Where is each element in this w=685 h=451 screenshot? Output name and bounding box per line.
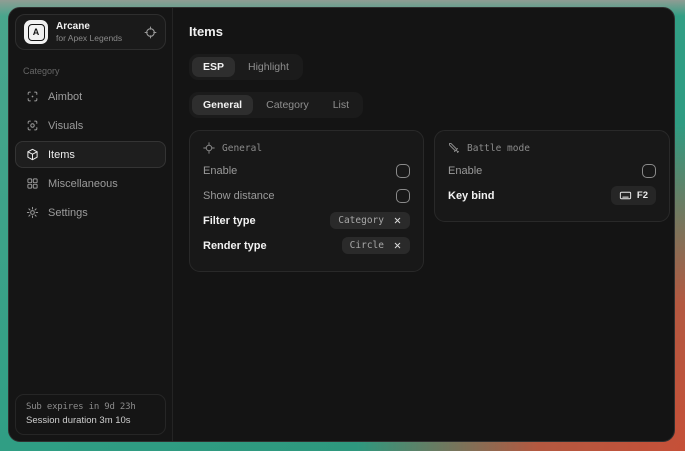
battle-mode-panel-header: Battle mode [448,142,656,154]
sidebar-item-label: Miscellaneous [48,178,118,190]
sidebar-item-label: Aimbot [48,91,82,103]
clear-icon[interactable] [393,216,402,225]
general-panel-header: General [203,142,410,154]
sword-icon [448,142,460,154]
desktop-background: { "colors": { "background_teal": "#2f9e8… [0,0,685,451]
setting-row-show-distance: Show distance [203,183,410,208]
sidebar-item-miscellaneous[interactable]: Miscellaneous [15,170,166,197]
subscription-info-card: Sub expires in 9d 23h Session duration 3… [15,394,166,435]
show-distance-checkbox[interactable] [396,189,410,203]
app-logo-letter: A [28,24,45,41]
panels-row: General Enable Show distance Filter type… [189,130,670,272]
battle-enable-checkbox[interactable] [642,164,656,178]
sidebar-item-settings[interactable]: Settings [15,199,166,226]
keybind-value: F2 [637,190,648,201]
view-tabs-row: General Category List [189,92,670,118]
setting-row-filter-type: Filter type Category [203,208,410,233]
target-icon[interactable] [144,26,157,39]
filter-type-select[interactable]: Category [330,212,410,229]
mode-tab-group: ESP Highlight [189,54,303,80]
app-name: Arcane [56,21,122,32]
page-title: Items [189,24,670,39]
sidebar-item-label: Visuals [48,120,83,132]
tab-category[interactable]: Category [255,95,320,115]
crosshair-icon [203,142,215,154]
category-section-label: Category [23,66,158,76]
app-header-card: A Arcane for Apex Legends [15,14,166,50]
sidebar-item-label: Settings [48,207,88,219]
app-meta: Arcane for Apex Legends [56,21,122,43]
setting-row-enable: Enable [203,158,410,183]
setting-row-key-bind: Key bind F2 [448,183,656,208]
general-panel: General Enable Show distance Filter type… [189,130,424,272]
arcane-window: A Arcane for Apex Legends Category Aimbo… [8,7,675,442]
setting-label: Enable [448,165,482,177]
setting-row-enable: Enable [448,158,656,183]
selected-value: Category [338,215,384,226]
mode-tabs-row: ESP Highlight [189,54,670,80]
session-duration-text: Session duration 3m 10s [26,415,155,426]
tab-highlight[interactable]: Highlight [237,57,300,77]
setting-row-render-type: Render type Circle [203,233,410,258]
tab-general[interactable]: General [192,95,253,115]
crosshair-icon [26,90,39,103]
setting-label: Filter type [203,215,256,227]
keybind-button[interactable]: F2 [611,186,656,205]
sidebar-item-visuals[interactable]: Visuals [15,112,166,139]
render-type-select[interactable]: Circle [342,237,410,254]
setting-label: Enable [203,165,237,177]
selected-value: Circle [350,240,384,251]
enable-checkbox[interactable] [396,164,410,178]
panel-title: General [222,143,262,154]
gear-icon [26,206,39,219]
view-tab-group: General Category List [189,92,363,118]
setting-label: Key bind [448,190,494,202]
tab-esp[interactable]: ESP [192,57,235,77]
setting-label: Render type [203,240,267,252]
tab-list[interactable]: List [322,95,360,115]
app-logo: A [24,20,48,44]
keyboard-icon [619,189,632,202]
clear-icon[interactable] [393,241,402,250]
sidebar-item-items[interactable]: Items [15,141,166,168]
panel-title: Battle mode [467,143,530,154]
sub-expires-text: Sub expires in 9d 23h [26,402,155,412]
box-icon [26,148,39,161]
sidebar-item-label: Items [48,149,75,161]
app-subtitle: for Apex Legends [56,33,122,43]
sidebar: A Arcane for Apex Legends Category Aimbo… [9,8,173,441]
setting-label: Show distance [203,190,275,202]
sidebar-item-aimbot[interactable]: Aimbot [15,83,166,110]
main-content: Items ESP Highlight General Category Lis… [173,8,675,441]
battle-mode-panel: Battle mode Enable Key bind F2 [434,130,670,222]
eye-scan-icon [26,119,39,132]
grid-icon [26,177,39,190]
